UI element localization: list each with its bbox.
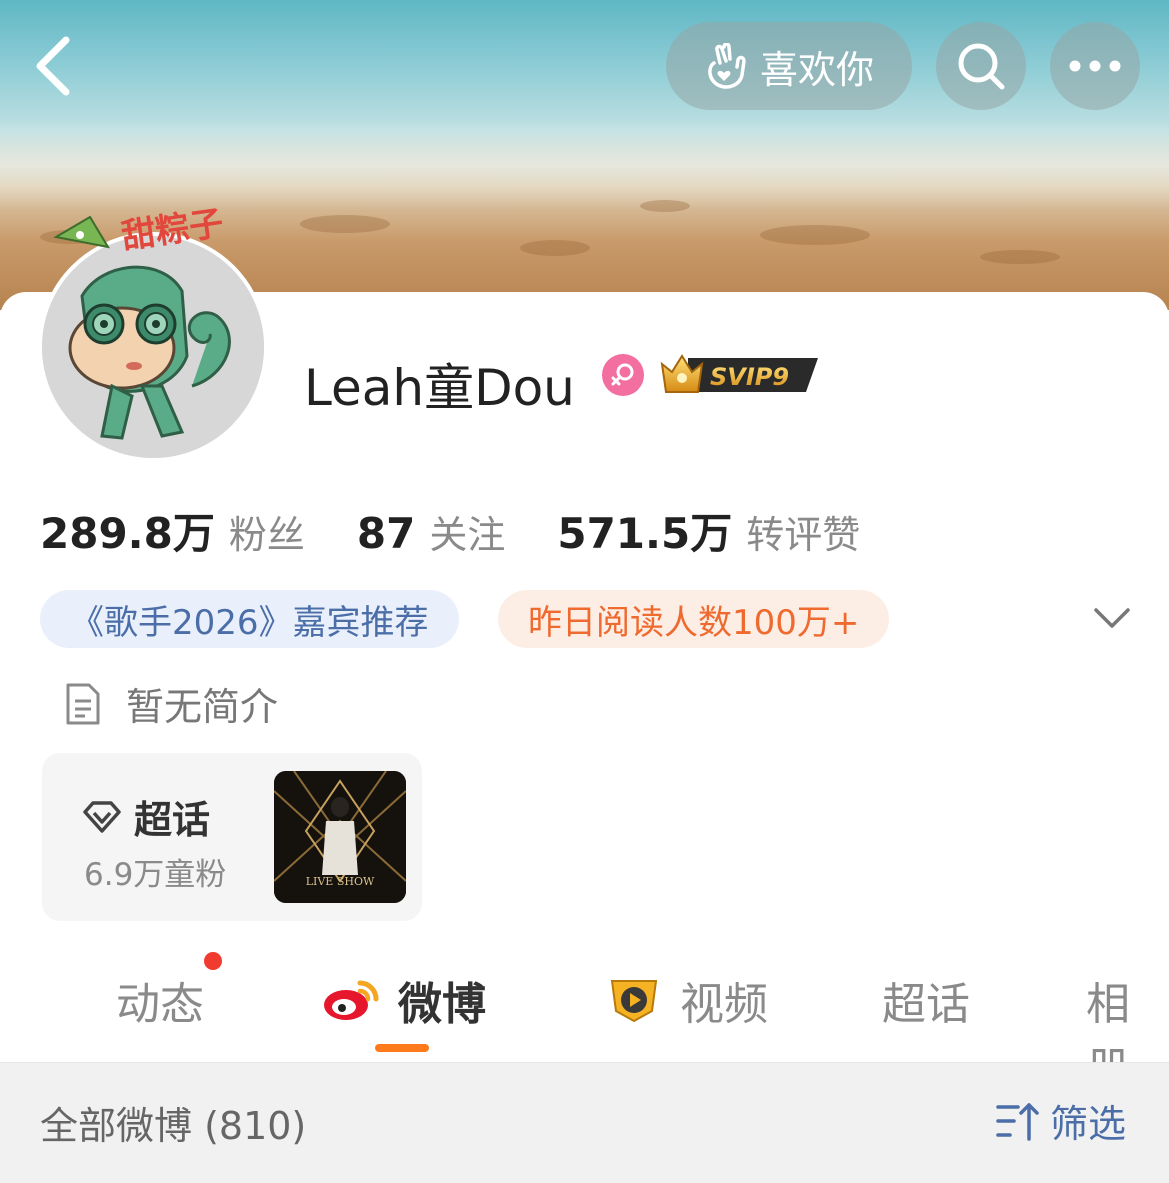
stat-interactions[interactable]: 571.5万 转评赞 xyxy=(557,500,860,561)
stat-following[interactable]: 87 关注 xyxy=(357,504,505,559)
diamond-icon xyxy=(83,800,121,833)
stat-followers[interactable]: 289.8万 粉丝 xyxy=(40,500,305,561)
video-play-icon xyxy=(610,980,658,1023)
pendant-text: 甜粽子 xyxy=(119,203,226,257)
svip-badge[interactable]: SVIP9 xyxy=(658,350,820,396)
sand-texture xyxy=(520,240,590,256)
new-activity-dot xyxy=(204,952,222,970)
sand-texture xyxy=(760,225,870,245)
profile-name: Leah童Dou xyxy=(304,359,575,417)
weibo-icon xyxy=(324,980,379,1020)
sand-texture xyxy=(300,215,390,233)
list-header: 全部微博 (810) 筛选 xyxy=(0,1062,1169,1183)
chevron-down-icon xyxy=(1094,608,1130,628)
more-button[interactable] xyxy=(1050,22,1140,110)
stat-label: 转评赞 xyxy=(746,513,861,557)
more-icon xyxy=(1069,60,1121,72)
expand-button[interactable] xyxy=(1090,600,1134,634)
filter-icon xyxy=(996,1102,1039,1141)
tab-label: 微博 xyxy=(398,979,486,1030)
search-icon xyxy=(958,43,1005,90)
tab-supertopic[interactable]: 超话 xyxy=(882,968,970,1032)
back-icon xyxy=(36,36,70,96)
reads-tag[interactable]: 昨日阅读人数100万+ xyxy=(498,590,890,648)
tab-label: 动态 xyxy=(116,979,204,1030)
bio-row[interactable]: 暂无简介 xyxy=(64,676,278,731)
supertopic-title-row: 超话 xyxy=(82,789,210,844)
female-icon xyxy=(602,354,644,396)
tab-label: 超话 xyxy=(882,979,970,1030)
stats-row: 289.8万 粉丝 87 关注 571.5万 转评赞 xyxy=(40,500,912,561)
supertopic-title: 超话 xyxy=(134,798,211,842)
all-weibo-count[interactable]: 全部微博 (810) xyxy=(40,1095,306,1150)
avatar-pendant: 甜粽子 xyxy=(50,195,280,280)
guest-recommend-tag[interactable]: 《歌手2026》嘉宾推荐 xyxy=(40,590,459,648)
back-button[interactable] xyxy=(28,30,84,100)
like-you-button[interactable]: 喜欢你 xyxy=(666,22,912,110)
svip-label: SVIP9 xyxy=(710,363,789,391)
supertopic-fans: 6.9万童粉 xyxy=(84,857,227,893)
search-button[interactable] xyxy=(936,22,1026,110)
stat-label: 关注 xyxy=(429,513,506,557)
supertopic-thumbnail: LIVE SHOW xyxy=(274,771,406,903)
stat-value: 571.5万 xyxy=(557,509,733,558)
tab-videos[interactable]: 视频 xyxy=(604,968,768,1032)
tab-label: 视频 xyxy=(680,979,768,1030)
tab-bar: 动态 微博 视频 超话 相册 xyxy=(0,950,1169,1094)
filter-button[interactable]: 筛选 xyxy=(994,1093,1126,1148)
bio-text: 暂无简介 xyxy=(126,685,279,729)
thumb-text: LIVE SHOW xyxy=(306,875,375,888)
filter-label: 筛选 xyxy=(1050,1102,1127,1146)
sand-texture xyxy=(640,200,690,212)
hand-heart-icon xyxy=(708,43,746,89)
stat-value: 289.8万 xyxy=(40,509,215,558)
tab-dynamics[interactable]: 动态 xyxy=(116,968,204,1032)
tab-weibo[interactable]: 微博 xyxy=(322,968,486,1032)
active-tab-indicator xyxy=(375,1044,429,1052)
document-icon xyxy=(66,683,100,724)
like-label: 喜欢你 xyxy=(759,47,874,92)
supertopic-card[interactable]: 超话 6.9万童粉 LIVE SHOW xyxy=(42,753,422,921)
stat-value: 87 xyxy=(356,509,416,558)
sand-texture xyxy=(980,250,1060,264)
stat-label: 粉丝 xyxy=(228,513,305,557)
